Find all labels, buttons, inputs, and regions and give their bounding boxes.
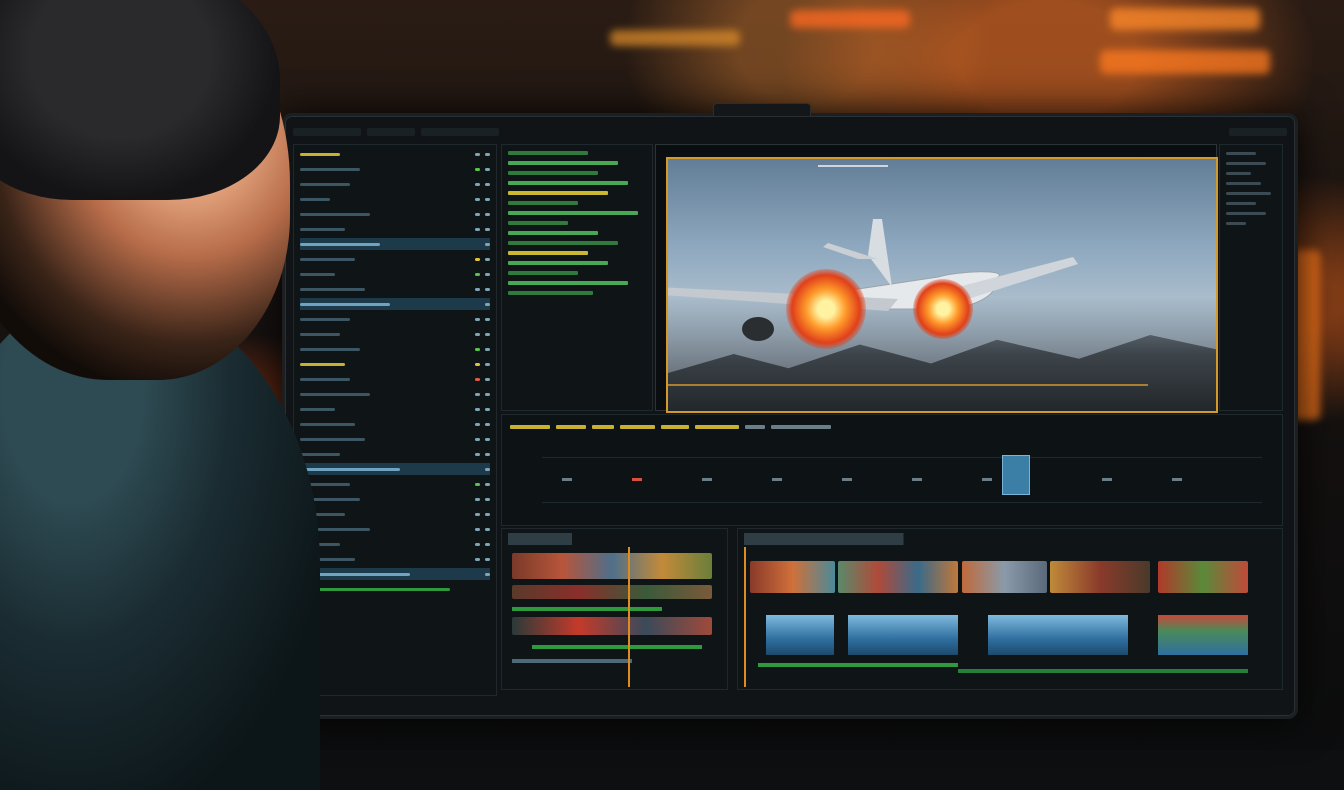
toolbar-item[interactable] (367, 128, 415, 136)
person-hair (0, 0, 280, 200)
explosion-right (913, 279, 973, 339)
list-item[interactable] (300, 298, 490, 310)
list-item[interactable] (300, 193, 490, 205)
source-timeline[interactable] (501, 528, 728, 690)
background-light-3 (1100, 50, 1270, 74)
list-item[interactable] (300, 463, 490, 475)
list-item[interactable] (300, 553, 490, 565)
media-browser-panel (293, 144, 497, 696)
effect-row[interactable] (508, 171, 598, 175)
list-item[interactable] (300, 238, 490, 250)
effect-row[interactable] (508, 261, 608, 265)
inspector-row[interactable] (1226, 192, 1271, 195)
list-item[interactable] (300, 358, 490, 370)
inspector-row[interactable] (1226, 212, 1266, 215)
effect-row[interactable] (508, 211, 638, 215)
webcam (713, 103, 811, 117)
clip[interactable] (838, 561, 958, 593)
list-item[interactable] (300, 253, 490, 265)
video-frame (666, 157, 1218, 413)
list-item[interactable] (300, 568, 490, 580)
list-item[interactable] (300, 373, 490, 385)
clip[interactable] (1158, 615, 1248, 655)
explosion-left (786, 269, 866, 349)
inspector-row[interactable] (1226, 162, 1266, 165)
background-light-4 (610, 30, 740, 46)
inspector-row[interactable] (1226, 202, 1256, 205)
effect-row[interactable] (508, 181, 628, 185)
clip[interactable] (512, 617, 712, 635)
background-light-2 (1110, 8, 1260, 30)
clip-thumbnail[interactable] (1002, 455, 1030, 495)
background-light-1 (790, 10, 910, 28)
list-item[interactable] (300, 448, 490, 460)
list-item[interactable] (300, 163, 490, 175)
effects-panel (501, 144, 653, 411)
list-item[interactable] (300, 343, 490, 355)
monitor (282, 103, 1298, 719)
effect-row[interactable] (508, 161, 618, 165)
list-item[interactable] (300, 328, 490, 340)
inspector-row[interactable] (1226, 172, 1251, 175)
effect-row[interactable] (508, 281, 628, 285)
effect-row[interactable] (508, 291, 593, 295)
list-item[interactable] (300, 148, 490, 160)
list-item[interactable] (300, 583, 490, 595)
list-item[interactable] (300, 313, 490, 325)
inspector-panel (1219, 144, 1283, 411)
main-timeline[interactable] (737, 528, 1283, 690)
toolbar-item[interactable] (1229, 128, 1287, 136)
list-item[interactable] (300, 283, 490, 295)
marker-ruler (510, 425, 1274, 435)
scopes-strip (501, 414, 1283, 526)
clip[interactable] (1158, 561, 1248, 593)
effect-row[interactable] (508, 231, 598, 235)
contrail (818, 165, 888, 167)
toolbar-item[interactable] (293, 128, 361, 136)
list-item[interactable] (300, 208, 490, 220)
effect-row[interactable] (508, 251, 588, 255)
effect-row[interactable] (508, 191, 608, 195)
timeline-header (508, 533, 721, 545)
clip[interactable] (750, 561, 835, 593)
list-item[interactable] (300, 493, 490, 505)
clip[interactable] (962, 561, 1047, 593)
clip[interactable] (1050, 561, 1150, 593)
list-item[interactable] (300, 478, 490, 490)
inspector-row[interactable] (1226, 182, 1261, 185)
timeline-header (744, 533, 1276, 545)
list-item[interactable] (300, 223, 490, 235)
effect-row[interactable] (508, 271, 578, 275)
clip[interactable] (512, 585, 712, 599)
list-item[interactable] (300, 433, 490, 445)
airplane-tail (868, 219, 892, 287)
list-item[interactable] (300, 388, 490, 400)
list-item[interactable] (300, 508, 490, 520)
effect-row[interactable] (508, 151, 588, 155)
video-viewer[interactable] (655, 144, 1218, 413)
effect-row[interactable] (508, 221, 568, 225)
inspector-row[interactable] (1226, 152, 1256, 155)
clip[interactable] (512, 553, 712, 579)
list-item[interactable] (300, 178, 490, 190)
scrub-area[interactable] (542, 457, 1262, 503)
list-item[interactable] (300, 268, 490, 280)
list-item[interactable] (300, 523, 490, 535)
clip[interactable] (988, 615, 1128, 655)
list-item[interactable] (300, 403, 490, 415)
editor-toolbar (293, 124, 1287, 140)
clip[interactable] (766, 615, 834, 655)
list-item[interactable] (300, 418, 490, 430)
effect-row[interactable] (508, 201, 578, 205)
clip[interactable] (848, 615, 958, 655)
list-item[interactable] (300, 538, 490, 550)
engine-left (742, 317, 774, 341)
effect-row[interactable] (508, 241, 618, 245)
playhead[interactable] (628, 547, 630, 687)
inspector-row[interactable] (1226, 222, 1246, 225)
toolbar-item[interactable] (421, 128, 499, 136)
playhead[interactable] (744, 547, 746, 687)
